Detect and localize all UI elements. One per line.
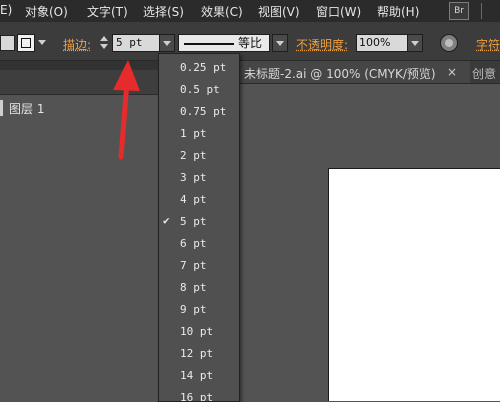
annotation-arrow-icon bbox=[113, 60, 140, 160]
annotation-arrow-shaft bbox=[118, 79, 130, 160]
annotation-arrow-head bbox=[113, 60, 140, 91]
